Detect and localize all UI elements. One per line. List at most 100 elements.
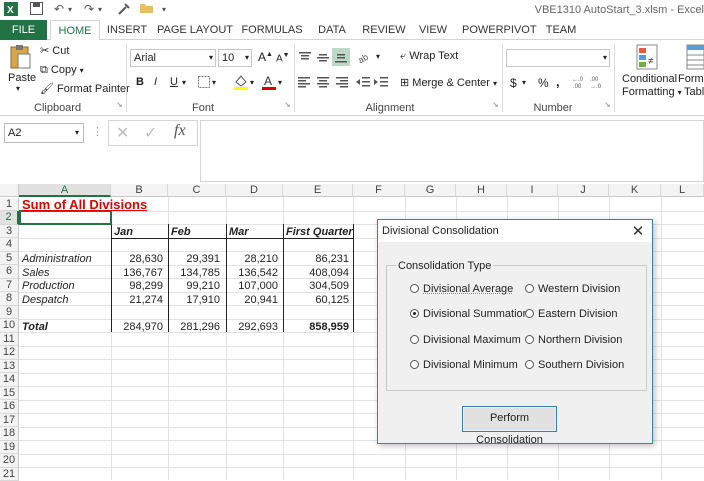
column-header-c[interactable]: C — [168, 184, 226, 197]
conditional-formatting-icon[interactable]: ≠ — [636, 44, 658, 73]
comma-button[interactable]: , — [556, 74, 560, 89]
column-header-e[interactable]: E — [283, 184, 353, 197]
number-format-select[interactable]: ▾ — [506, 49, 610, 67]
underline-dropdown-icon[interactable]: ▾ — [182, 78, 186, 87]
align-center-icon[interactable] — [316, 76, 330, 91]
currency-dropdown-icon[interactable]: ▾ — [522, 78, 526, 87]
cell-value[interactable]: 28,630 — [111, 253, 163, 267]
redo-icon[interactable]: ↷ — [84, 2, 94, 16]
macro-icon[interactable] — [118, 2, 131, 18]
italic-button[interactable]: I — [154, 76, 157, 88]
tab-formulas[interactable]: FORMULAS — [240, 20, 304, 40]
tab-data[interactable]: DATA — [312, 20, 352, 40]
radio-eastern-division[interactable]: Eastern Division — [525, 308, 617, 322]
column-header-j[interactable]: J — [558, 184, 609, 197]
cell-value[interactable]: 136,542 — [226, 267, 278, 281]
row-header-6[interactable]: 6 — [0, 265, 19, 279]
row-header-12[interactable]: 12 — [0, 346, 19, 360]
column-header-g[interactable]: G — [405, 184, 456, 197]
align-bottom-icon[interactable] — [332, 48, 350, 66]
cell-value[interactable]: 408,094 — [283, 267, 349, 281]
row-label[interactable]: Administration — [22, 253, 92, 267]
borders-icon[interactable] — [198, 76, 210, 91]
column-header-l[interactable]: L — [661, 184, 704, 197]
name-box-dropdown-icon[interactable]: ▾ — [75, 124, 79, 142]
tab-insert[interactable]: INSERT — [104, 20, 150, 40]
orientation-dropdown-icon[interactable]: ▾ — [376, 52, 380, 61]
number-launcher-icon[interactable]: ↘ — [604, 100, 611, 109]
bold-button[interactable]: B — [136, 76, 144, 88]
save-icon[interactable] — [30, 2, 43, 18]
column-header-a[interactable]: A — [19, 184, 111, 197]
wrap-text-button[interactable]: ⤶ Wrap Text — [400, 50, 458, 63]
redo-dropdown-icon[interactable]: ▾ — [98, 5, 102, 14]
tab-home[interactable]: HOME — [50, 20, 100, 41]
conditional-dropdown-icon[interactable]: ▾ — [678, 88, 682, 97]
align-top-icon[interactable] — [298, 50, 312, 67]
align-left-icon[interactable] — [298, 76, 312, 91]
align-right-icon[interactable] — [334, 76, 348, 91]
tab-review[interactable]: REVIEW — [360, 20, 408, 40]
cancel-entry-icon[interactable]: ✕ — [116, 123, 129, 143]
row-header-17[interactable]: 17 — [0, 414, 19, 428]
row-header-10[interactable]: 10 — [0, 319, 19, 333]
conditional-formatting-label[interactable]: Conditional — [622, 73, 677, 85]
conditional-formatting-sub-label[interactable]: Formatting ▾ — [622, 86, 682, 98]
perform-consolidation-button[interactable]: Perform Consolidation — [462, 406, 557, 432]
header-feb[interactable]: Feb — [171, 226, 191, 240]
font-size-select[interactable]: 10▾ — [218, 49, 252, 67]
header-mar[interactable]: Mar — [229, 226, 249, 240]
radio-southern-division[interactable]: Southern Division — [525, 359, 624, 373]
cell-value[interactable]: 17,910 — [168, 294, 220, 308]
header-jan[interactable]: Jan — [114, 226, 133, 240]
tab-file[interactable]: FILE — [0, 20, 47, 40]
decrease-decimal-icon[interactable]: .00→.0 — [590, 74, 606, 93]
increase-decimal-icon[interactable]: ←.0.00 — [572, 74, 588, 93]
formula-input[interactable] — [200, 120, 704, 182]
cell-value[interactable]: 20,941 — [226, 294, 278, 308]
copy-dropdown-icon[interactable]: ▾ — [80, 66, 84, 75]
header-first-quarter[interactable]: First Quarter — [286, 226, 353, 240]
format-as-table-label[interactable]: Forma — [678, 73, 704, 85]
radio-divisional-maximum[interactable]: Divisional Maximum — [410, 334, 521, 348]
radio-divisional-average[interactable]: Divisional Average — [410, 283, 513, 297]
merge-dropdown-icon[interactable]: ▾ — [493, 79, 497, 88]
name-box[interactable]: A2▾ — [4, 123, 84, 143]
merge-center-button[interactable]: ⊞ Merge & Center ▾ — [400, 76, 497, 89]
row-header-16[interactable]: 16 — [0, 400, 19, 414]
percent-button[interactable]: % — [538, 76, 549, 90]
orientation-icon[interactable]: ab — [358, 50, 374, 67]
column-header-b[interactable]: B — [111, 184, 168, 197]
borders-dropdown-icon[interactable]: ▾ — [212, 78, 216, 87]
tab-powerpivot[interactable]: POWERPIVOT — [462, 20, 536, 40]
cell-value[interactable]: 134,785 — [168, 267, 220, 281]
row-header-9[interactable]: 9 — [0, 306, 19, 320]
cell-value[interactable]: 304,509 — [283, 280, 349, 294]
alignment-launcher-icon[interactable]: ↘ — [492, 100, 499, 109]
column-header-d[interactable]: D — [226, 184, 283, 197]
column-header-f[interactable]: F — [353, 184, 405, 197]
cell-value[interactable]: 60,125 — [283, 294, 349, 308]
grow-font-button[interactable]: A▲ — [258, 50, 273, 64]
font-launcher-icon[interactable]: ↘ — [284, 100, 291, 109]
row-header-5[interactable]: 5 — [0, 252, 19, 266]
total-label[interactable]: Total — [22, 321, 48, 335]
cell-value[interactable]: 29,391 — [168, 253, 220, 267]
insert-function-button[interactable]: fx — [174, 122, 186, 140]
radio-northern-division[interactable]: Northern Division — [525, 334, 622, 348]
column-header-h[interactable]: H — [456, 184, 507, 197]
font-size-dropdown-icon[interactable]: ▾ — [245, 50, 249, 66]
cell-value[interactable]: 21,274 — [111, 294, 163, 308]
total-value[interactable]: 858,959 — [283, 321, 349, 335]
row-header-4[interactable]: 4 — [0, 238, 19, 252]
undo-icon[interactable]: ↶ — [54, 2, 64, 16]
tab-team[interactable]: TEAM — [544, 20, 578, 40]
row-header-19[interactable]: 19 — [0, 441, 19, 455]
currency-button[interactable]: $ — [510, 76, 517, 90]
format-as-table-icon[interactable] — [686, 44, 704, 73]
column-header-i[interactable]: I — [507, 184, 558, 197]
customize-toolbar-icon[interactable]: ▾ — [162, 5, 166, 14]
paste-icon[interactable] — [8, 44, 32, 73]
number-format-dropdown-icon[interactable]: ▾ — [603, 50, 607, 66]
row-header-3[interactable]: 3 — [0, 225, 19, 239]
